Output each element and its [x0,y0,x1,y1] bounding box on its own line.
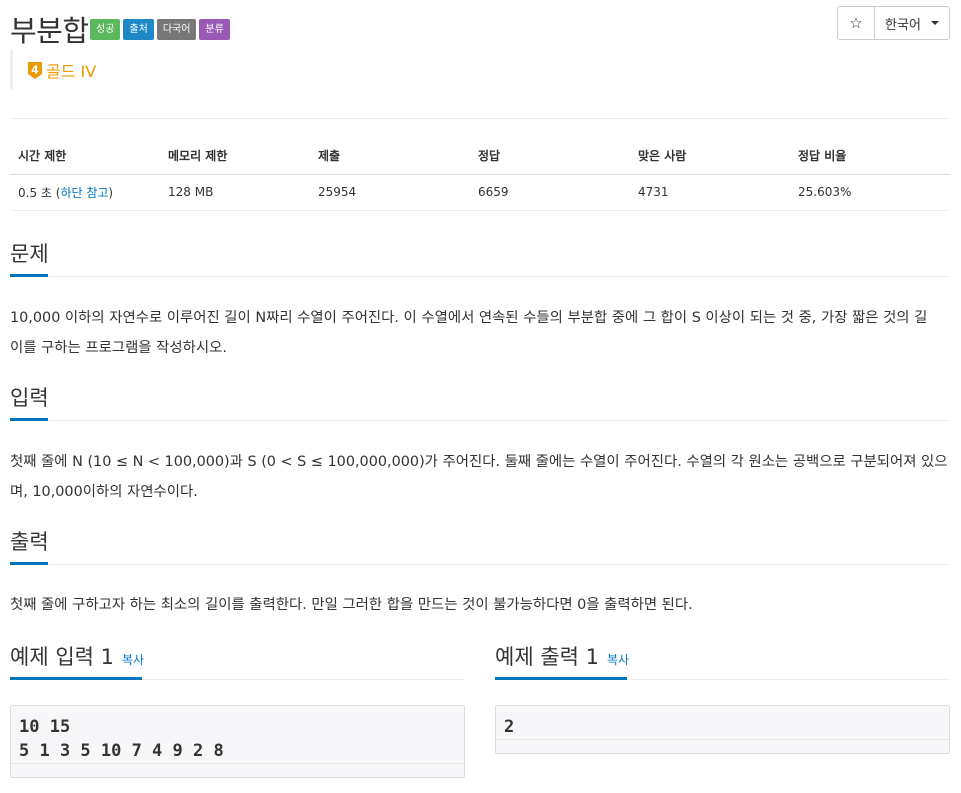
problem-header: 부분합 성공 출처 다국어 분류 ☆ 한국어 [10,6,950,48]
copy-output-button[interactable]: 복사 [607,653,629,667]
problem-info-table: 시간 제한 메모리 제한 제출 정답 맞은 사람 정답 비율 0.5 초 (하단… [10,138,950,211]
code-scroll-area [496,739,949,753]
heading-underline [10,677,142,680]
star-icon: ☆ [849,14,863,32]
language-dropdown[interactable]: 한국어 [875,6,950,40]
label-category[interactable]: 분류 [199,19,230,40]
time-limit-note-link[interactable]: 하단 참고 [60,186,108,200]
description-text: 10,000 이하의 자연수로 이루어진 길이 N짜리 수열이 주어진다. 이 … [10,303,950,363]
page-title: 부분합 [10,14,89,48]
sample-input-code[interactable]: 10 15 5 1 3 5 10 7 4 9 2 8 [10,705,465,778]
label-multilang[interactable]: 다국어 [156,19,197,40]
label-success[interactable]: 성공 [90,19,121,40]
code-line: 2 [504,717,515,737]
code-scroll-area [11,763,464,777]
divider [10,118,950,119]
header-ratio: 정답 비율 [790,138,950,175]
sample-title-text: 예제 출력 1 [495,645,599,669]
table-row: 0.5 초 (하단 참고) 128 MB 25954 6659 4731 25.… [10,174,950,211]
sample-output-block: 예제 출력 1 복사 2 [495,638,950,754]
header-submissions: 제출 [310,138,470,175]
heading-underline [10,274,48,277]
input-line: 며, 10,000이하의 자연수이다. [10,484,198,500]
tier-gold-icon: 4 [28,61,42,79]
header-time-limit: 시간 제한 [10,138,160,175]
section-title: 출력 [10,530,49,554]
header-accepted: 정답 [470,138,630,175]
solvers-cell: 4731 [630,174,790,211]
heading-underline [10,418,48,421]
time-limit-value: 0.5 초 ( [18,185,61,200]
sample-output-heading: 예제 출력 1 복사 [495,638,950,680]
accepted-cell: 6659 [470,174,630,211]
tier-text[interactable]: 골드 IV [46,58,96,82]
sample-input-block: 예제 입력 1 복사 10 15 5 1 3 5 10 7 4 9 2 8 [10,638,465,778]
heading-underline [495,677,627,680]
toolbar: ☆ 한국어 [837,6,950,40]
copy-input-button[interactable]: 복사 [122,653,144,667]
description-line: 10,000 이하의 자연수로 이루어진 길이 N짜리 수열이 주어진다. 이 … [10,310,928,326]
description-heading: 문제 [10,237,950,277]
code-line: 10 15 [19,717,71,737]
problem-labels: 성공 출처 다국어 분류 [90,19,230,40]
favorite-button[interactable]: ☆ [837,6,875,40]
sample-output-title: 예제 출력 1 복사 [495,641,629,671]
time-limit-cell: 0.5 초 (하단 참고) [10,174,160,211]
section-title: 입력 [10,386,49,410]
header-solvers: 맞은 사람 [630,138,790,175]
label-source[interactable]: 출처 [123,19,154,40]
input-line: 첫째 줄에 N (10 ≤ N < 100,000)과 S (0 < S ≤ 1… [10,454,948,470]
table-header-row: 시간 제한 메모리 제한 제출 정답 맞은 사람 정답 비율 [10,138,950,175]
description-line: 이를 구하는 프로그램을 작성하시오. [10,340,227,356]
heading-underline [10,562,48,565]
problem-page: 부분합 성공 출처 다국어 분류 ☆ 한국어 4 골드 IV 시간 제한 메모리… [10,0,950,793]
code-line: 5 1 3 5 10 7 4 9 2 8 [19,741,224,761]
submissions-cell: 25954 [310,174,470,211]
input-text: 첫째 줄에 N (10 ≤ N < 100,000)과 S (0 < S ≤ 1… [10,447,950,507]
sample-input-heading: 예제 입력 1 복사 [10,638,465,680]
sample-title-text: 예제 입력 1 [10,645,114,669]
sample-input-title: 예제 입력 1 복사 [10,641,144,671]
tier-level: 4 [31,63,39,76]
time-limit-suffix: ) [108,185,114,200]
caret-down-icon [930,21,939,25]
language-label: 한국어 [885,17,921,33]
tier-block: 4 골드 IV [10,50,96,90]
input-heading: 입력 [10,381,950,421]
header-memory-limit: 메모리 제한 [160,138,310,175]
output-line: 첫째 줄에 구하고자 하는 최소의 길이를 출력한다. 만일 그러한 합을 만드… [10,597,693,613]
output-text: 첫째 줄에 구하고자 하는 최소의 길이를 출력한다. 만일 그러한 합을 만드… [10,590,950,620]
section-title: 문제 [10,242,49,266]
memory-limit-cell: 128 MB [160,174,310,211]
sample-output-code[interactable]: 2 [495,705,950,754]
ratio-cell: 25.603% [790,174,950,211]
output-heading: 출력 [10,525,950,565]
